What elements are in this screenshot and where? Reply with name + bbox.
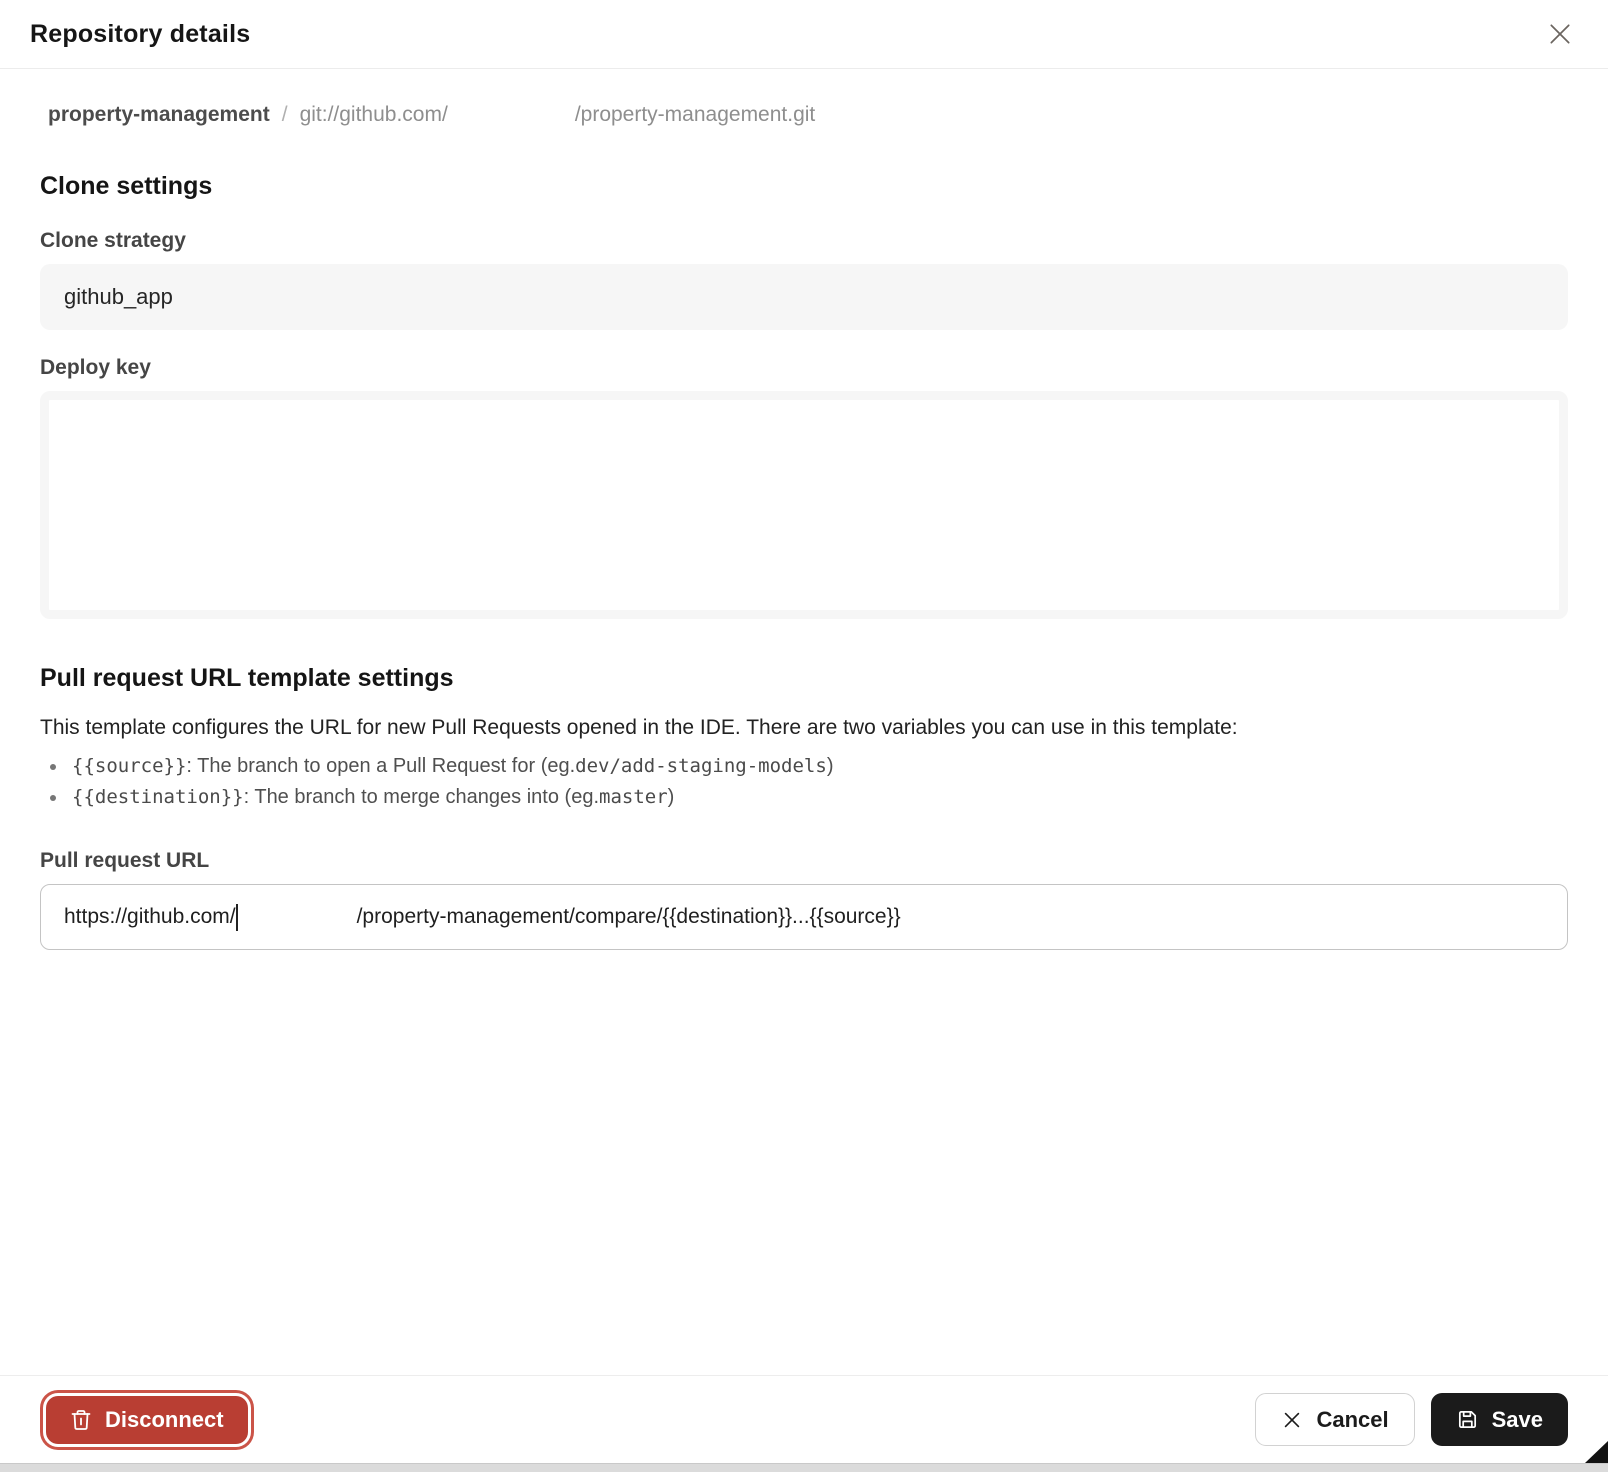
breadcrumb-separator: / <box>270 103 300 127</box>
cancel-button[interactable]: Cancel <box>1255 1393 1414 1446</box>
page-bottom-edge <box>0 1463 1608 1472</box>
variable-code: {{destination}} <box>72 782 244 813</box>
url-value-prefix: https://github.com/ <box>64 905 236 929</box>
variable-code: {{source}} <box>72 751 186 782</box>
clone-strategy-value: github_app <box>64 284 173 310</box>
bullet-icon <box>50 764 56 770</box>
save-label: Save <box>1492 1407 1543 1433</box>
breadcrumb: property-management / git://github.com/ … <box>40 103 1568 127</box>
disconnect-label: Disconnect <box>105 1407 224 1433</box>
footer-actions: Cancel Save <box>1255 1393 1568 1446</box>
disconnect-button[interactable]: Disconnect <box>46 1396 248 1444</box>
pr-template-heading: Pull request URL template settings <box>40 661 1568 695</box>
variable-text: : The branch to merge changes into (eg. <box>244 782 599 813</box>
close-button[interactable] <box>1542 16 1578 52</box>
pr-template-variables-list: {{source}}: The branch to open a Pull Re… <box>40 751 1568 813</box>
deploy-key-textarea[interactable] <box>40 391 1568 619</box>
cancel-label: Cancel <box>1316 1407 1388 1433</box>
modal-header: Repository details <box>0 0 1608 69</box>
clone-settings-heading: Clone settings <box>40 169 1568 203</box>
variable-text-end: ) <box>668 782 675 813</box>
breadcrumb-url-suffix: /property-management.git <box>575 103 815 127</box>
modal-title: Repository details <box>30 20 250 49</box>
variable-example-code: dev/add-staging-models <box>575 751 827 782</box>
text-cursor <box>236 904 238 931</box>
save-button[interactable]: Save <box>1431 1393 1568 1446</box>
trash-icon <box>70 1408 92 1432</box>
close-icon <box>1281 1409 1303 1431</box>
save-icon <box>1456 1408 1479 1431</box>
modal-footer: Disconnect Cancel Save <box>0 1375 1608 1463</box>
pr-template-description: This template configures the URL for new… <box>40 713 1568 743</box>
clone-strategy-label: Clone strategy <box>40 227 1568 255</box>
bullet-icon <box>50 795 56 801</box>
variable-text-end: ) <box>827 751 834 782</box>
modal-body: property-management / git://github.com/ … <box>0 69 1608 1375</box>
pull-request-url-label: Pull request URL <box>40 847 1568 875</box>
variable-text: : The branch to open a Pull Request for … <box>186 751 575 782</box>
clone-strategy-field[interactable]: github_app <box>40 264 1568 330</box>
url-value-suffix: /property-management/compare/{{destinati… <box>357 905 901 929</box>
deploy-key-label: Deploy key <box>40 354 1568 382</box>
list-item: {{destination}}: The branch to merge cha… <box>40 782 1568 813</box>
breadcrumb-repo-name: property-management <box>48 103 270 127</box>
breadcrumb-url-prefix: git://github.com/ <box>300 103 448 127</box>
close-icon <box>1547 21 1573 47</box>
pull-request-url-input[interactable]: https://github.com/ /property-management/… <box>40 884 1568 950</box>
variable-example-code: master <box>599 782 668 813</box>
mouse-cursor <box>1584 1440 1608 1463</box>
list-item: {{source}}: The branch to open a Pull Re… <box>40 751 1568 782</box>
